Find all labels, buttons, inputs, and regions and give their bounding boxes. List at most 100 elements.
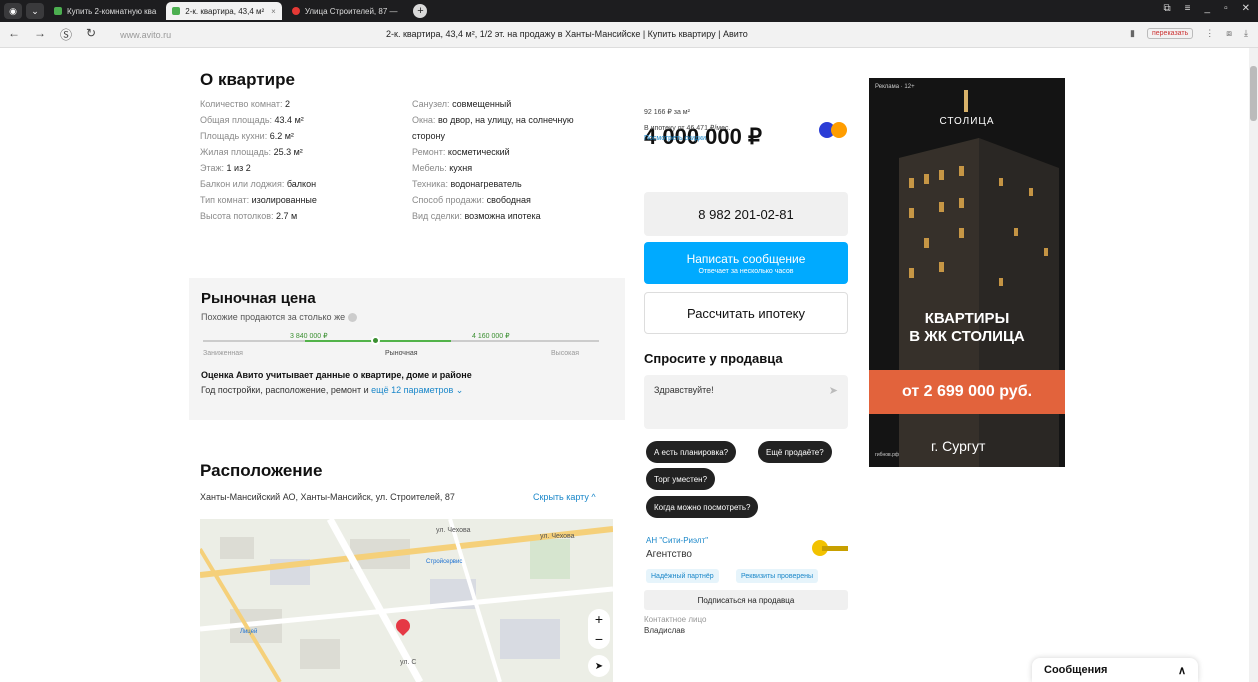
browser-menu-button[interactable]: ◉ xyxy=(4,3,22,19)
property-key: Площадь кухни: xyxy=(200,131,268,141)
contact-name: Владислав xyxy=(644,626,685,635)
send-icon[interactable]: ➤ xyxy=(829,384,838,397)
property-key: Балкон или лоджия: xyxy=(200,179,285,189)
ad-brand-icon xyxy=(964,90,968,112)
price-per-m2: 92 166 ₽ за м² xyxy=(644,109,690,116)
property-value: сторону xyxy=(412,131,446,141)
tab-2[interactable]: 2-к. квартира, 43,4 м² × xyxy=(166,2,282,20)
ad-line2: В ЖК СТОЛИЦА xyxy=(909,328,1025,345)
ad-brand: СТОЛИЦА xyxy=(939,116,995,127)
question-chip[interactable]: Ещё продаёте? xyxy=(758,441,832,463)
property-row: Балкон или лоджия: балкон xyxy=(200,176,400,192)
page-content: О квартире Количество комнат: 2 Общая пло… xyxy=(0,48,1258,682)
back-icon[interactable]: ← xyxy=(8,26,20,43)
scrollbar-thumb[interactable] xyxy=(1250,66,1257,121)
property-key: Этаж: xyxy=(200,163,225,173)
poi-label: Лицей xyxy=(240,629,258,635)
close-tab-icon[interactable]: × xyxy=(271,7,276,16)
url-field[interactable]: www.avito.ru xyxy=(120,30,171,40)
property-key: Тип комнат: xyxy=(200,195,250,205)
property-row: Жилая площадь: 25.3 м² xyxy=(200,144,400,160)
property-value: балкон xyxy=(286,179,317,189)
reader-icon[interactable]: ⧈ xyxy=(1226,28,1232,39)
property-value: 2 xyxy=(284,99,290,109)
avito-favicon-icon xyxy=(54,7,62,15)
street-label: ул. Чехова xyxy=(436,527,471,534)
info-icon[interactable] xyxy=(347,313,357,323)
tab-label: 2-к. квартира, 43,4 м² xyxy=(185,6,265,16)
discounts-link[interactable]: Посмотреть скидки xyxy=(644,135,706,142)
reload-icon[interactable]: ↻ xyxy=(86,26,96,43)
property-value: совмещенный xyxy=(452,99,512,109)
translate-button[interactable]: переказать xyxy=(1146,28,1194,39)
ask-seller-title: Спросите у продавца xyxy=(644,351,783,366)
label-market: Рыночная xyxy=(385,350,418,357)
close-icon[interactable]: ✕ xyxy=(1242,3,1250,14)
tab-3[interactable]: Улица Строителей, 87 — xyxy=(286,2,404,20)
label-high: Высокая xyxy=(551,350,580,357)
property-value: водонагреватель xyxy=(450,179,522,189)
question-chip[interactable]: Когда можно посмотреть? xyxy=(646,496,759,518)
property-key: Санузел: xyxy=(412,99,450,109)
minimize-icon[interactable]: _ xyxy=(1205,3,1211,14)
window-controls: ⧉ ≡ _ ▫ ✕ xyxy=(1164,3,1250,14)
question-chip[interactable]: Торг уместен? xyxy=(646,468,716,490)
subscribe-button[interactable]: Подписаться на продавца xyxy=(644,590,848,610)
write-message-label: Написать сообщение xyxy=(686,251,806,266)
protect-icon[interactable]: Ⓢ xyxy=(60,26,72,43)
forward-icon[interactable]: → xyxy=(34,26,46,43)
property-row: Санузел: совмещенный xyxy=(412,96,622,112)
ad-price: от 2 699 000 руб. xyxy=(869,370,1065,414)
maps-favicon-icon xyxy=(291,7,300,15)
street-label: ул. Чехова xyxy=(540,533,575,540)
zoom-out-icon[interactable]: − xyxy=(595,631,603,647)
property-value: 1 из 2 xyxy=(226,163,251,173)
maximize-icon[interactable]: ▫ xyxy=(1224,3,1228,14)
property-key: Техника: xyxy=(412,179,448,189)
map[interactable]: ул. Чехова ул. Чехова ул. С Стройсервис … xyxy=(200,519,613,682)
zoom-in-icon[interactable]: + xyxy=(595,611,603,627)
chevron-up-icon[interactable]: ∧ xyxy=(1178,664,1186,677)
menu-icon[interactable]: ≡ xyxy=(1185,3,1191,14)
bookmark-icon[interactable]: ▮ xyxy=(1130,28,1135,39)
phone-button[interactable]: 8 982 201-02-81 xyxy=(644,192,848,236)
ad-foot: гибнов.рф xyxy=(875,452,899,458)
property-value: 2.7 м xyxy=(276,211,298,221)
address-bar: ← → Ⓢ ↻ www.avito.ru 2-к. квартира, 43,4… xyxy=(0,22,1258,48)
about-right-list: Санузел: совмещенный Окна: во двор, на ул… xyxy=(412,96,622,224)
more-params-link[interactable]: ещё 12 параметров ⌄ xyxy=(371,385,463,395)
new-tab-button[interactable]: + xyxy=(413,4,428,18)
page-title: 2-к. квартира, 43,4 м², 1/2 эт. на прода… xyxy=(386,29,748,39)
write-message-button[interactable]: Написать сообщение Отвечает за несколько… xyxy=(644,242,848,284)
tab-1[interactable]: Купить 2-комнатную ква xyxy=(48,2,162,20)
market-price-card: Рыночная цена Похожие продаются за столь… xyxy=(189,278,625,420)
market-subtitle: Похожие продаются за столько же xyxy=(201,312,357,323)
tab-label: Улица Строителей, 87 — xyxy=(304,6,398,16)
bookmarks-icon[interactable]: ⧉ xyxy=(1164,3,1171,14)
more-icon[interactable]: ⋮ xyxy=(1205,28,1214,39)
scrollbar[interactable] xyxy=(1249,48,1258,682)
property-row: Количество комнат: 2 xyxy=(200,96,400,112)
property-row: Окна: во двор, на улицу, на солнечную xyxy=(412,112,622,128)
zoom-controls: + − xyxy=(588,609,610,649)
property-value: возможна ипотека xyxy=(464,211,541,221)
agency-name-link[interactable]: АН "Сити-Риэлт" xyxy=(646,536,708,545)
tabs-dropdown-button[interactable]: ⌄ xyxy=(26,3,44,19)
messages-widget[interactable]: Сообщения ∧ xyxy=(1032,658,1198,682)
download-icon[interactable]: ⤓ xyxy=(1244,28,1248,39)
geolocation-icon[interactable]: ➤ xyxy=(588,655,610,677)
chat-text: Здравствуйте! xyxy=(654,385,714,395)
agency-type: Агентство xyxy=(646,549,692,560)
browser-tab-bar: ◉ ⌄ Купить 2-комнатную ква 2-к. квартира… xyxy=(0,0,1258,22)
partner-badge: Надёжный партнёр xyxy=(646,569,719,583)
calculate-mortgage-button[interactable]: Рассчитать ипотеку xyxy=(644,292,848,334)
about-title: О квартире xyxy=(200,70,295,89)
hide-map-link[interactable]: Скрыть карту ^ xyxy=(533,492,596,502)
question-chip[interactable]: А есть планировка? xyxy=(646,441,737,463)
chat-input[interactable]: Здравствуйте! ➤ xyxy=(644,375,848,429)
map-canvas xyxy=(200,519,613,682)
property-key: Общая площадь: xyxy=(200,115,273,125)
tab-label: Купить 2-комнатную ква xyxy=(67,6,157,16)
property-value: косметический xyxy=(447,147,510,157)
ad-banner[interactable]: Реклама · 12+ СТОЛИЦА КВАРТИРЫ В ЖК СТОЛ… xyxy=(869,78,1065,467)
